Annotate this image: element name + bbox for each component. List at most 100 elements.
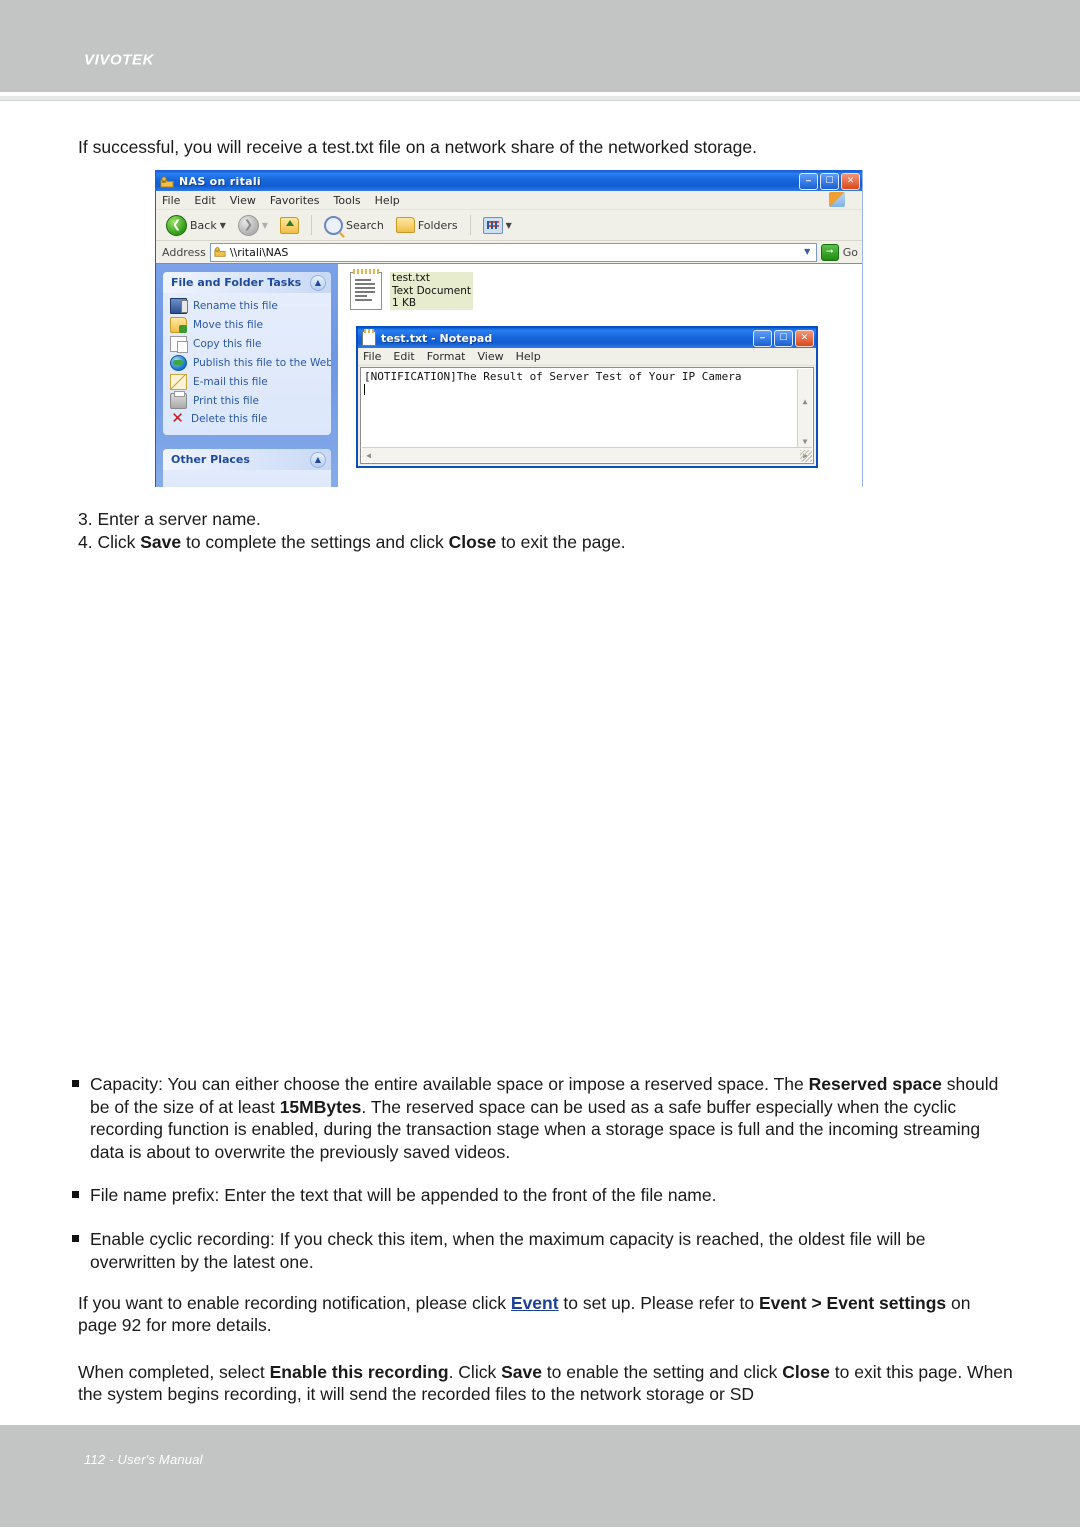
resize-grip-icon[interactable] <box>800 450 812 462</box>
close-icon[interactable]: ✕ <box>841 173 860 190</box>
explorer-sidebar: File and Folder Tasks ▲ Rename this file… <box>156 264 338 487</box>
address-value: \\ritali\NAS <box>229 245 289 259</box>
note-event: If you want to enable recording notifica… <box>78 1293 971 1335</box>
explorer-menu-bar[interactable]: File Edit View Favorites Tools Help <box>156 191 862 210</box>
notepad-menu-bar[interactable]: File Edit Format View Help <box>358 348 816 366</box>
header-divider-thin <box>0 100 1080 101</box>
notepad-horizontal-scrollbar[interactable]: ◀ ▶ <box>362 447 812 462</box>
file-item-label: test.txt Text Document 1 KB <box>390 272 473 310</box>
toolbar-separator <box>311 215 313 235</box>
notepad-vertical-scrollbar[interactable]: ▲ ▼ <box>797 369 812 448</box>
back-button[interactable]: ❮ Back ▼ <box>162 214 230 237</box>
menu-help[interactable]: Help <box>375 194 400 207</box>
task-print-this-file[interactable]: Print this file <box>170 391 327 409</box>
menu-favorites[interactable]: Favorites <box>270 194 320 207</box>
task-publish-this-file-to-the-web[interactable]: Publish this file to the Web <box>170 355 331 371</box>
back-arrow-icon: ❮ <box>166 214 187 236</box>
chevron-down-icon-views[interactable]: ▼ <box>506 221 512 230</box>
move-icon <box>170 317 187 333</box>
task-move-this-file[interactable]: Move this file <box>170 317 327 333</box>
address-label: Address <box>162 245 206 259</box>
task-delete-this-file[interactable]: ✕ Delete this file <box>170 411 327 426</box>
bullet-square-icon <box>72 1080 79 1087</box>
toolbar-separator-2 <box>469 215 471 235</box>
other-places-title: Other Places <box>171 453 250 466</box>
bullet-square-icon-3 <box>72 1235 79 1242</box>
rename-icon <box>170 298 188 314</box>
other-places-header[interactable]: Other Places ▲ <box>163 449 331 470</box>
copy-icon <box>170 336 188 353</box>
minimize-icon[interactable]: ⎯ <box>799 173 818 190</box>
chevron-down-icon-forward[interactable]: ▼ <box>262 221 268 230</box>
notepad-menu-file[interactable]: File <box>363 350 381 363</box>
go-label[interactable]: Go <box>843 246 858 259</box>
notepad-menu-edit[interactable]: Edit <box>393 350 414 363</box>
explorer-window-buttons[interactable]: ⎯ ☐ ✕ <box>799 173 860 190</box>
task-email-this-file[interactable]: E-mail this file <box>170 374 327 390</box>
menu-edit[interactable]: Edit <box>194 194 215 207</box>
scroll-left-icon[interactable]: ◀ <box>362 449 375 462</box>
address-input[interactable]: \\ritali\NAS ▼ <box>209 242 817 262</box>
notepad-window-buttons[interactable]: ⎯ ☐ ✕ <box>753 330 814 347</box>
globe-icon <box>170 355 187 371</box>
forward-button[interactable]: ❯ ▼ <box>234 214 272 237</box>
menu-file[interactable]: File <box>162 194 180 207</box>
explorer-toolbar[interactable]: ❮ Back ▼ ❯ ▼ Search Folders ▼ <box>156 210 862 241</box>
screenshot-right-edge <box>862 170 863 487</box>
task-label: Publish this file to the Web <box>193 357 331 369</box>
task-rename-this-file[interactable]: Rename this file <box>170 298 327 314</box>
file-item-test-txt[interactable]: test.txt Text Document 1 KB <box>350 269 473 310</box>
explorer-file-list[interactable]: test.txt Text Document 1 KB test.txt - N… <box>338 264 862 487</box>
page-footer <box>0 1425 1080 1527</box>
notepad-title-bar: test.txt - Notepad ⎯ ☐ ✕ <box>358 328 816 348</box>
notepad-maximize-icon[interactable]: ☐ <box>774 330 793 347</box>
maximize-icon[interactable]: ☐ <box>820 173 839 190</box>
intro-paragraph: If successful, you will receive a test.t… <box>78 137 757 157</box>
task-label: Rename this file <box>193 300 278 312</box>
tasks-panel-header[interactable]: File and Folder Tasks ▲ <box>163 272 331 293</box>
note-file-name-prefix: File name prefix: Enter the text that wi… <box>72 1184 1012 1207</box>
notepad-menu-view[interactable]: View <box>478 350 504 363</box>
explorer-address-bar[interactable]: Address \\ritali\NAS ▼ ➞ Go <box>156 241 862 264</box>
brand-logo: VIVOTEK <box>84 51 155 69</box>
task-label: Move this file <box>193 319 263 331</box>
file-name: test.txt <box>392 272 430 284</box>
task-label: E-mail this file <box>193 376 268 388</box>
address-dropdown-icon[interactable]: ▼ <box>801 246 814 258</box>
file-size: 1 KB <box>392 297 417 309</box>
menu-view[interactable]: View <box>230 194 256 207</box>
notepad-menu-help[interactable]: Help <box>516 350 541 363</box>
go-arrow-icon[interactable]: ➞ <box>820 243 839 261</box>
notepad-document-icon <box>362 328 376 346</box>
explorer-title-bar: NAS on ritali ⎯ ☐ ✕ <box>156 171 862 191</box>
folders-button[interactable]: Folders <box>392 216 462 234</box>
notepad-text-area[interactable]: [NOTIFICATION]The Result of Server Test … <box>360 367 814 464</box>
chevron-down-icon[interactable]: ▼ <box>220 221 226 230</box>
collapse-chevron-icon-2[interactable]: ▲ <box>310 451 326 468</box>
tasks-panel-title: File and Folder Tasks <box>171 276 302 289</box>
menu-tools[interactable]: Tools <box>334 194 361 207</box>
views-button[interactable]: ▼ <box>479 216 516 235</box>
task-copy-this-file[interactable]: Copy this file <box>170 336 327 353</box>
notepad-minimize-icon[interactable]: ⎯ <box>753 330 772 347</box>
explorer-window: NAS on ritali ⎯ ☐ ✕ File Edit View Favor… <box>155 170 863 487</box>
search-label: Search <box>346 218 384 232</box>
bullet-square-icon-2 <box>72 1191 79 1198</box>
other-places-body <box>163 470 331 487</box>
windows-flag-icon <box>829 192 845 207</box>
event-link[interactable]: Event <box>511 1293 559 1313</box>
collapse-chevron-icon[interactable]: ▲ <box>310 274 326 291</box>
note-capacity: Capacity: You can either choose the enti… <box>72 1073 1012 1163</box>
folders-icon <box>395 217 415 233</box>
notepad-menu-format[interactable]: Format <box>427 350 466 363</box>
up-button[interactable] <box>276 216 303 235</box>
notepad-close-icon[interactable]: ✕ <box>795 330 814 347</box>
other-places-panel: Other Places ▲ <box>163 449 331 487</box>
page-header: VIVOTEK <box>0 0 1080 92</box>
scroll-up-icon[interactable]: ▲ <box>798 395 812 408</box>
shared-folder-icon <box>160 174 174 188</box>
address-folder-icon <box>214 246 226 258</box>
notepad-title-text: test.txt - Notepad <box>381 331 493 345</box>
search-button[interactable]: Search <box>320 215 388 236</box>
task-label: Print this file <box>193 395 259 407</box>
